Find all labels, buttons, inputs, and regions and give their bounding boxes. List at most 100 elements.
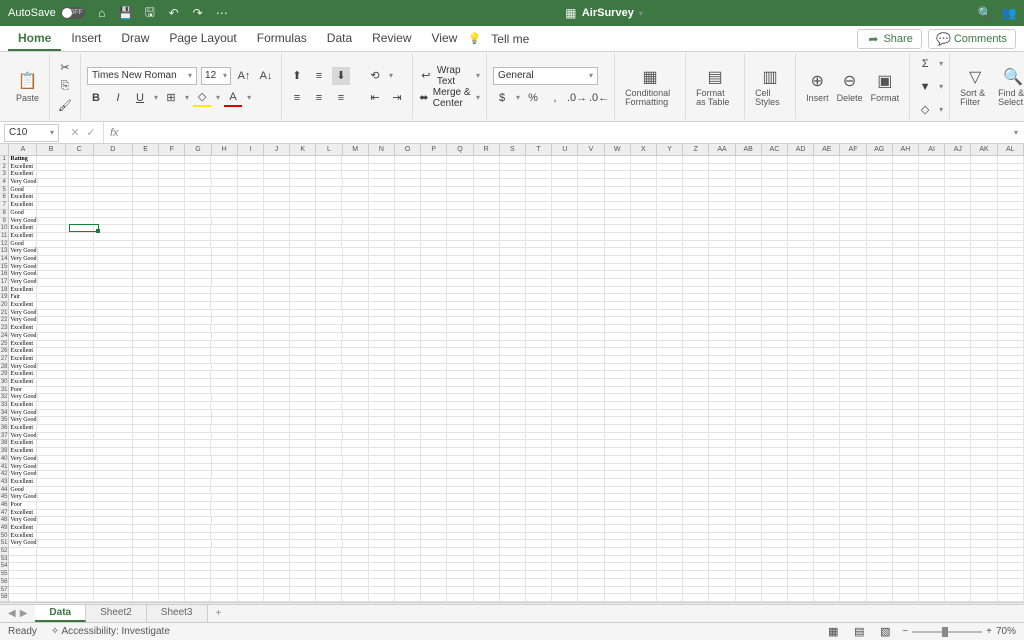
- cell[interactable]: [605, 317, 631, 325]
- cell[interactable]: [94, 394, 133, 402]
- cell[interactable]: [552, 594, 578, 602]
- cell[interactable]: [238, 356, 264, 364]
- cell[interactable]: [709, 579, 735, 587]
- cell[interactable]: [709, 379, 735, 387]
- percent-icon[interactable]: %: [524, 89, 542, 107]
- cell[interactable]: [552, 287, 578, 295]
- cell[interactable]: [814, 594, 840, 602]
- cell[interactable]: [631, 287, 657, 295]
- cell[interactable]: [788, 279, 814, 287]
- cell[interactable]: [211, 187, 237, 195]
- cell[interactable]: [945, 379, 971, 387]
- cell[interactable]: [66, 525, 94, 533]
- cell[interactable]: [264, 410, 290, 418]
- cell[interactable]: [447, 433, 473, 441]
- cell[interactable]: [893, 341, 919, 349]
- cell[interactable]: [867, 540, 893, 548]
- cell[interactable]: [631, 533, 657, 541]
- cell[interactable]: [867, 410, 893, 418]
- cell[interactable]: [369, 387, 395, 395]
- cell[interactable]: [788, 202, 814, 210]
- cell[interactable]: [238, 433, 264, 441]
- cell[interactable]: [66, 256, 94, 264]
- cell[interactable]: [709, 571, 735, 579]
- cell[interactable]: [709, 533, 735, 541]
- font-size-select[interactable]: 12▾: [201, 67, 231, 85]
- cell[interactable]: [421, 425, 447, 433]
- cell[interactable]: [893, 487, 919, 495]
- cell[interactable]: [342, 425, 368, 433]
- cell[interactable]: [66, 264, 94, 272]
- cell[interactable]: [290, 156, 316, 164]
- cell[interactable]: [736, 287, 762, 295]
- cell[interactable]: Poor: [9, 387, 37, 395]
- cell[interactable]: [447, 364, 473, 372]
- cell[interactable]: [605, 402, 631, 410]
- cell[interactable]: [66, 402, 94, 410]
- cell[interactable]: [447, 540, 473, 548]
- col-header[interactable]: A: [9, 144, 37, 155]
- cell[interactable]: [762, 479, 788, 487]
- cell[interactable]: [264, 387, 290, 395]
- cell[interactable]: [37, 510, 65, 518]
- cell[interactable]: [159, 233, 185, 241]
- row-header[interactable]: 12: [0, 241, 9, 249]
- cell[interactable]: [683, 294, 709, 302]
- cell[interactable]: [762, 279, 788, 287]
- cell[interactable]: [500, 410, 526, 418]
- cell[interactable]: [447, 294, 473, 302]
- cell[interactable]: [762, 187, 788, 195]
- cell[interactable]: [66, 456, 94, 464]
- cell[interactable]: [552, 533, 578, 541]
- cell[interactable]: [474, 279, 500, 287]
- cell[interactable]: [342, 294, 368, 302]
- cell[interactable]: [474, 194, 500, 202]
- cell[interactable]: [316, 225, 342, 233]
- row-header[interactable]: 31: [0, 387, 9, 395]
- cell[interactable]: [421, 225, 447, 233]
- cell[interactable]: [919, 387, 945, 395]
- cell[interactable]: [395, 364, 421, 372]
- cell[interactable]: [94, 317, 133, 325]
- cell[interactable]: [94, 502, 133, 510]
- cell[interactable]: [66, 271, 94, 279]
- cell[interactable]: [238, 494, 264, 502]
- cell[interactable]: [788, 241, 814, 249]
- cell[interactable]: [736, 533, 762, 541]
- cell[interactable]: [316, 310, 342, 318]
- cell[interactable]: [840, 302, 866, 310]
- cell[interactable]: [369, 287, 395, 295]
- cell[interactable]: [840, 164, 866, 172]
- cell[interactable]: [212, 271, 238, 279]
- cell[interactable]: [474, 533, 500, 541]
- cell[interactable]: [159, 156, 185, 164]
- cell[interactable]: [264, 325, 290, 333]
- cell[interactable]: [867, 548, 893, 556]
- cell[interactable]: [709, 594, 735, 602]
- cell[interactable]: [736, 348, 762, 356]
- cell[interactable]: [998, 563, 1024, 571]
- cell[interactable]: [421, 387, 447, 395]
- cell[interactable]: [945, 218, 971, 226]
- cell[interactable]: [316, 433, 342, 441]
- cell[interactable]: [238, 402, 264, 410]
- cell[interactable]: [971, 333, 997, 341]
- cell[interactable]: [66, 294, 94, 302]
- cell[interactable]: [133, 540, 159, 548]
- cell[interactable]: [290, 425, 316, 433]
- col-header[interactable]: K: [290, 144, 316, 155]
- cell[interactable]: [814, 333, 840, 341]
- cell[interactable]: Excellent: [9, 402, 37, 410]
- cell[interactable]: [66, 410, 94, 418]
- cell[interactable]: [998, 540, 1024, 548]
- cell[interactable]: [526, 402, 552, 410]
- cell[interactable]: [94, 540, 133, 548]
- cell[interactable]: [66, 587, 94, 595]
- cell[interactable]: [867, 333, 893, 341]
- cell[interactable]: [683, 540, 709, 548]
- cell[interactable]: Rating: [9, 156, 37, 164]
- cell[interactable]: [840, 479, 866, 487]
- cell[interactable]: [447, 302, 473, 310]
- cell[interactable]: [552, 279, 578, 287]
- cell[interactable]: [605, 248, 631, 256]
